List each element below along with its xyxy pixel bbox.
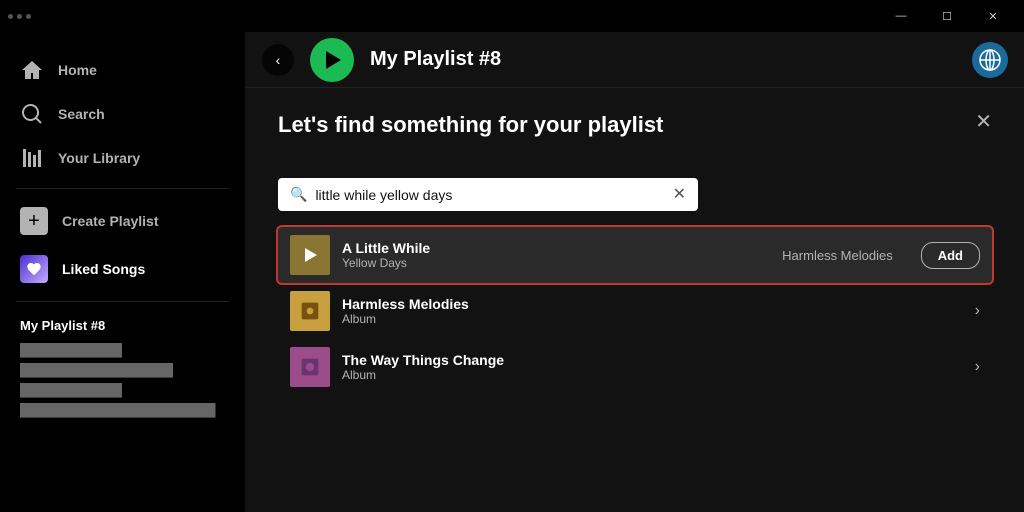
maximize-button[interactable]: ☐ xyxy=(924,0,970,32)
chevron-right-icon-3: › xyxy=(975,358,980,376)
result-subtitle-2: Album xyxy=(342,312,963,326)
liked-songs-label: Liked Songs xyxy=(62,261,145,277)
result-info-3: The Way Things Change Album xyxy=(342,352,963,382)
result-title-3: The Way Things Change xyxy=(342,352,963,368)
library-icon xyxy=(20,146,44,170)
back-button[interactable]: ‹ xyxy=(262,44,294,76)
title-bar-controls: — ☐ ✕ xyxy=(878,0,1016,32)
result-thumb-1 xyxy=(290,235,330,275)
search-input[interactable] xyxy=(315,187,664,203)
home-icon xyxy=(20,58,44,82)
search-icon xyxy=(20,102,44,126)
globe-icon[interactable] xyxy=(972,42,1008,78)
sidebar-item-library[interactable]: Your Library xyxy=(0,136,245,180)
result-row-1[interactable]: A Little While Yellow Days Harmless Melo… xyxy=(278,227,992,283)
sidebar-label-home: Home xyxy=(58,62,97,78)
find-panel: Let's find something for your playlist ✕… xyxy=(246,88,1024,512)
sidebar-item-liked-songs[interactable]: Liked Songs xyxy=(0,245,245,293)
sidebar: Home Search Your Library + Create Playli… xyxy=(0,32,246,512)
search-bar-wrap: 🔍 ✕ xyxy=(278,178,698,211)
result-title-1: A Little While xyxy=(342,240,770,256)
sidebar-playlist-item-1[interactable]: ████████████ xyxy=(20,341,225,359)
play-overlay-icon-1 xyxy=(305,248,317,262)
sidebar-label-library: Your Library xyxy=(58,150,140,166)
result-info-1: A Little While Yellow Days xyxy=(342,240,770,270)
close-panel-button[interactable]: ✕ xyxy=(975,112,992,132)
sidebar-divider-2 xyxy=(16,301,229,302)
content-header: ‹ My Playlist #8 xyxy=(246,32,1024,88)
sidebar-divider-1 xyxy=(16,188,229,189)
plus-icon: + xyxy=(20,207,48,235)
sidebar-playlist-item-4[interactable]: ███████████████████████ xyxy=(20,401,225,419)
result-row-2[interactable]: Harmless Melodies Album › xyxy=(278,283,992,339)
close-button[interactable]: ✕ xyxy=(970,0,1016,32)
result-info-2: Harmless Melodies Album xyxy=(342,296,963,326)
find-panel-header: Let's find something for your playlist ✕ xyxy=(278,112,992,158)
results-list: A Little While Yellow Days Harmless Melo… xyxy=(278,227,992,395)
sidebar-playlist-item-3[interactable]: ████████████ xyxy=(20,381,225,399)
sidebar-item-create-playlist[interactable]: + Create Playlist xyxy=(0,197,245,245)
chevron-right-icon-2: › xyxy=(975,302,980,320)
search-clear-button[interactable]: ✕ xyxy=(673,187,686,203)
dot-3 xyxy=(26,14,31,19)
minimize-button[interactable]: — xyxy=(878,0,924,32)
result-row-3[interactable]: The Way Things Change Album › xyxy=(278,339,992,395)
result-subtitle-3: Album xyxy=(342,368,963,382)
content-area: ‹ My Playlist #8 Let's find something fo… xyxy=(246,32,1024,512)
sidebar-playlist-item-2[interactable]: ██████████████████ xyxy=(20,361,225,379)
sidebar-playlist-section: My Playlist #8 ████████████ ████████████… xyxy=(0,318,245,419)
dot-2 xyxy=(17,14,22,19)
sidebar-label-search: Search xyxy=(58,106,105,122)
add-song-button[interactable]: Add xyxy=(921,242,980,269)
dot-1 xyxy=(8,14,13,19)
result-thumb-2 xyxy=(290,291,330,331)
sidebar-playlist-items: ████████████ ██████████████████ ████████… xyxy=(20,341,225,419)
search-bar-icon: 🔍 xyxy=(290,186,307,203)
sidebar-item-home[interactable]: Home xyxy=(0,48,245,92)
result-thumb-3 xyxy=(290,347,330,387)
sidebar-playlist-title[interactable]: My Playlist #8 xyxy=(20,318,225,333)
create-playlist-label: Create Playlist xyxy=(62,213,159,229)
play-icon xyxy=(326,51,341,69)
result-subtitle-1: Yellow Days xyxy=(342,256,770,270)
sidebar-item-search[interactable]: Search xyxy=(0,92,245,136)
main-layout: Home Search Your Library + Create Playli… xyxy=(0,32,1024,512)
title-bar-dots xyxy=(8,14,31,19)
result-title-2: Harmless Melodies xyxy=(342,296,963,312)
find-heading: Let's find something for your playlist xyxy=(278,112,663,138)
result-album-label: Harmless Melodies xyxy=(782,248,893,263)
play-button[interactable] xyxy=(310,38,354,82)
liked-songs-icon xyxy=(20,255,48,283)
playlist-title: My Playlist #8 xyxy=(370,48,956,71)
title-bar: — ☐ ✕ xyxy=(0,0,1024,32)
